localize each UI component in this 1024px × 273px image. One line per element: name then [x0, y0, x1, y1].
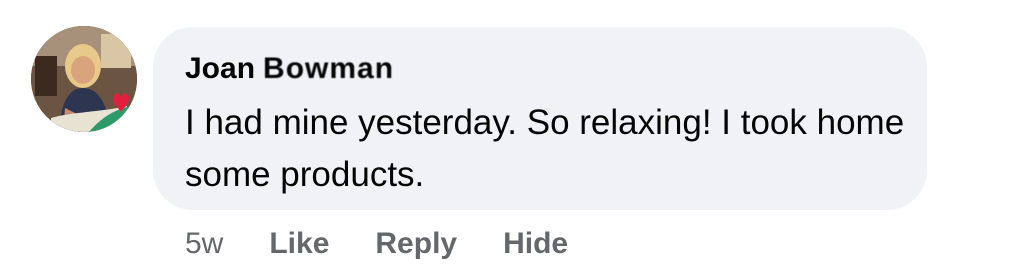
- avatar-photo-icon: [31, 26, 137, 132]
- author-first-name[interactable]: Joan: [185, 52, 255, 85]
- comment-actions: 5w Like Reply Hide: [185, 224, 614, 264]
- comment-text: I had mine yesterday. So relaxing! I too…: [185, 103, 905, 194]
- like-button[interactable]: Like: [269, 227, 329, 261]
- comment-timestamp[interactable]: 5w: [185, 227, 223, 261]
- author-name[interactable]: Joan Bowman: [185, 51, 394, 87]
- reply-button[interactable]: Reply: [375, 227, 457, 261]
- comment-bubble: Joan Bowman I had mine yesterday. So rela…: [153, 27, 927, 210]
- hide-button[interactable]: Hide: [503, 227, 568, 261]
- author-last-name-redacted[interactable]: Bowman: [263, 51, 394, 87]
- comment-row: Joan Bowman I had mine yesterday. So rela…: [0, 0, 1024, 273]
- author-avatar[interactable]: [31, 26, 137, 132]
